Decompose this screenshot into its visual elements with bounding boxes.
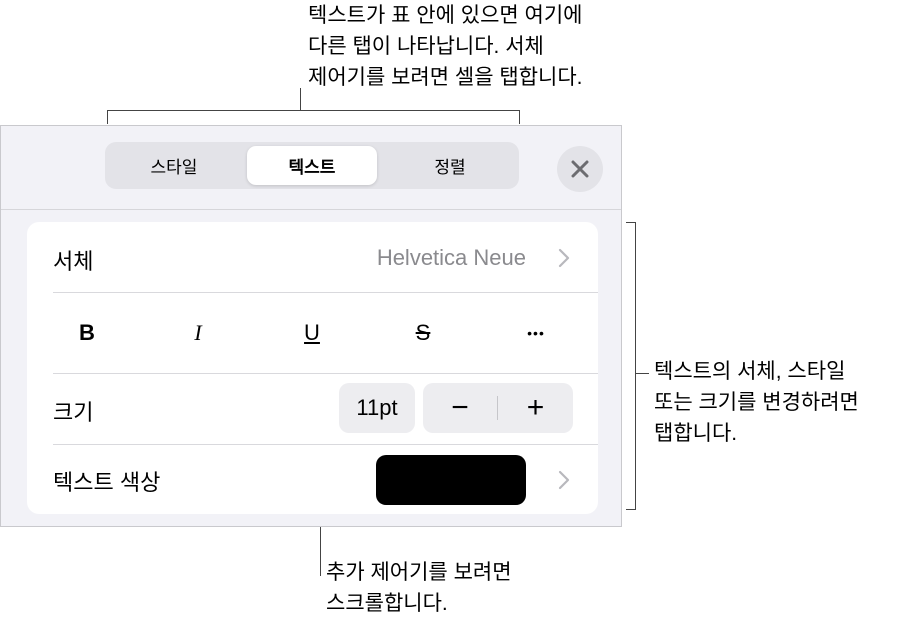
right-callout-line-3: 탭합니다. <box>654 422 738 445</box>
top-callout: 텍스트가 표 안에 있으면 여기에 다른 탭이 나타납니다. 서체 제어기를 보… <box>308 0 583 93</box>
format-panel: 스타일 텍스트 정렬 서체 Helvetica Neue B I U S ••• <box>0 125 622 527</box>
font-row[interactable]: 서체 Helvetica Neue <box>27 222 598 292</box>
bold-button[interactable]: B <box>57 293 117 373</box>
right-bracket-bottom-tick <box>626 509 636 510</box>
style-buttons-row: B I U S ••• <box>27 293 598 373</box>
text-color-label: 텍스트 색상 <box>53 470 161 495</box>
top-callout-line-3: 제어기를 보려면 셀을 탭합니다. <box>308 66 583 89</box>
top-bracket-stem <box>300 88 301 110</box>
close-icon <box>571 160 589 178</box>
font-label: 서체 <box>53 249 94 274</box>
top-callout-line-1: 텍스트가 표 안에 있으면 여기에 <box>308 4 583 27</box>
bottom-callout-line-1: 추가 제어기를 보려면 <box>326 561 512 584</box>
right-callout-line-2: 또는 크기를 변경하려면 <box>654 391 859 414</box>
top-bracket-bar <box>107 110 520 111</box>
top-callout-line-2: 다른 탭이 나타납니다. 서체 <box>308 35 544 58</box>
strikethrough-button[interactable]: S <box>393 293 453 373</box>
font-value: Helvetica Neue <box>376 245 526 270</box>
segmented-control: 스타일 텍스트 정렬 <box>105 142 519 189</box>
size-value-button[interactable]: 11pt <box>339 383 415 433</box>
decrement-button[interactable]: − <box>423 383 497 433</box>
more-options-button[interactable]: ••• <box>506 293 566 373</box>
italic-button[interactable]: I <box>168 293 228 373</box>
right-callout: 텍스트의 서체, 스타일 또는 크기를 변경하려면 탭합니다. <box>654 356 859 449</box>
tab-arrange[interactable]: 정렬 <box>385 146 515 185</box>
chevron-right-icon <box>558 470 570 490</box>
right-callout-line-1: 텍스트의 서체, 스타일 <box>654 360 846 383</box>
top-bracket-left-tick <box>107 110 108 124</box>
close-button[interactable] <box>557 146 603 192</box>
top-bracket-right-tick <box>519 110 520 124</box>
size-stepper: − + <box>423 383 573 433</box>
header-divider <box>1 209 621 210</box>
right-bracket-bar <box>635 222 636 510</box>
size-label: 크기 <box>53 400 94 425</box>
right-bracket-stem <box>635 373 649 374</box>
bottom-callout-line-2: 스크롤합니다. <box>326 592 448 615</box>
color-swatch[interactable] <box>376 455 526 505</box>
bottom-callout: 추가 제어기를 보려면 스크롤합니다. <box>326 557 512 619</box>
underline-button[interactable]: U <box>282 293 342 373</box>
text-options-card: 서체 Helvetica Neue B I U S ••• 크기 11pt − … <box>27 222 598 514</box>
tab-style[interactable]: 스타일 <box>109 146 239 185</box>
chevron-right-icon <box>558 248 570 268</box>
text-color-row[interactable]: 텍스트 색상 <box>27 445 598 514</box>
increment-button[interactable]: + <box>498 383 573 433</box>
size-row: 크기 11pt − + <box>27 374 598 444</box>
tab-text[interactable]: 텍스트 <box>247 146 377 185</box>
